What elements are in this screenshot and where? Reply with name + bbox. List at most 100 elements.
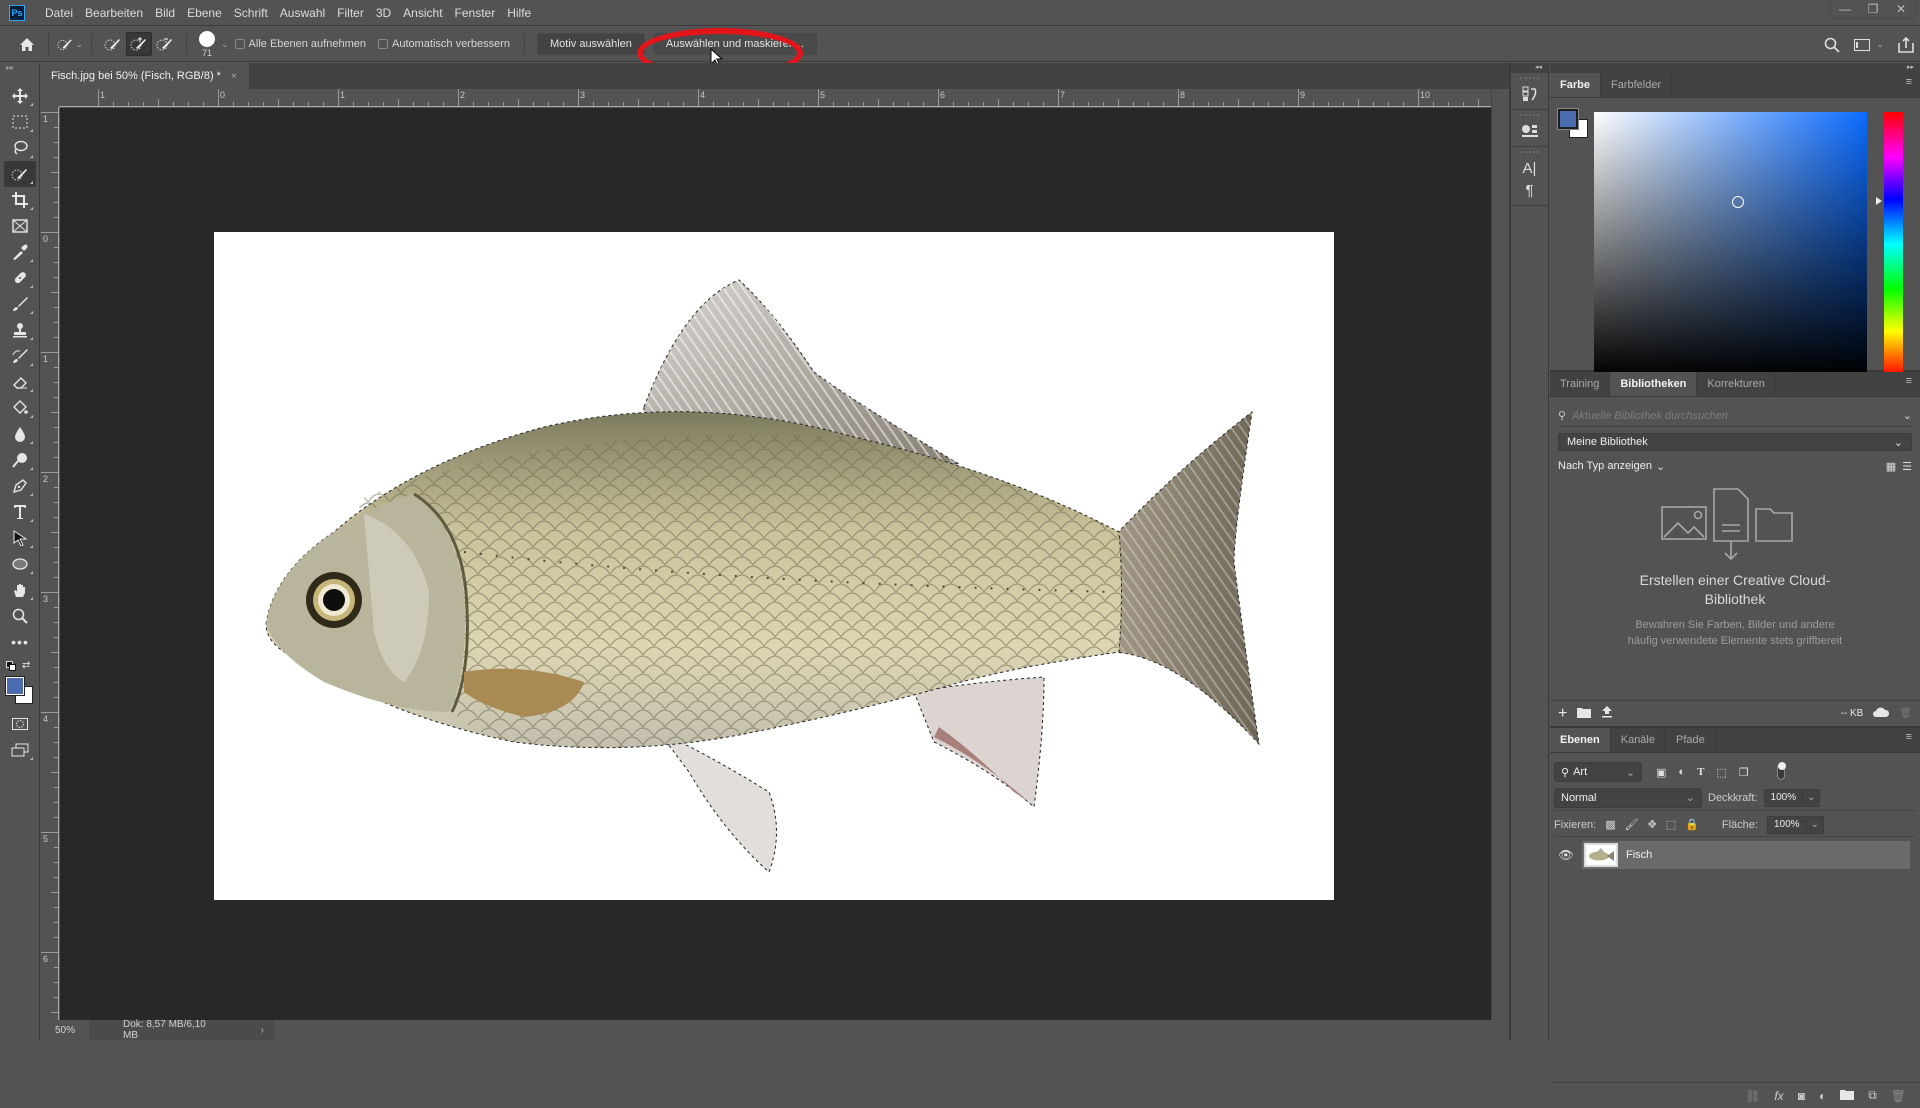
ruler-origin[interactable] — [41, 89, 59, 107]
panel-foreground-swatch[interactable] — [1557, 108, 1579, 130]
lock-pixels-icon[interactable]: 🖌 — [1625, 818, 1639, 831]
status-menu-arrow[interactable]: › — [261, 1025, 264, 1036]
tab-farbfelder[interactable]: Farbfelder — [1601, 73, 1673, 97]
fill-value[interactable]: 100% — [1768, 819, 1806, 830]
minimize-button[interactable]: — — [1831, 0, 1859, 18]
subtract-from-selection-button[interactable] — [152, 32, 178, 56]
blend-mode-select[interactable]: Normal ⌄ — [1554, 787, 1702, 808]
properties-panel-button[interactable] — [1511, 120, 1548, 142]
opacity-input[interactable]: 100% ⌄ — [1763, 788, 1821, 807]
chevron-down-icon[interactable]: ⌄ — [1802, 792, 1819, 803]
canvas-area[interactable] — [60, 108, 1491, 1020]
tool-zoom[interactable] — [4, 603, 36, 629]
menu-3d[interactable]: 3D — [370, 0, 397, 26]
menu-bearbeiten[interactable]: Bearbeiten — [79, 0, 149, 26]
tool-clone-stamp[interactable] — [4, 317, 36, 343]
panel-menu-icon[interactable]: ≡ — [1906, 77, 1912, 88]
new-selection-button[interactable] — [100, 32, 126, 56]
grid-view-icon[interactable]: ▦ — [1886, 460, 1896, 473]
color-picker-marker[interactable] — [1732, 196, 1744, 208]
panel-menu-icon[interactable]: ≡ — [1906, 376, 1912, 387]
add-element-icon[interactable]: + — [1558, 705, 1567, 723]
filter-shape-icon[interactable]: ⬚ — [1716, 766, 1726, 779]
lock-transparency-icon[interactable]: ▩ — [1605, 818, 1615, 831]
document-tab[interactable]: Fisch.jpg bei 50% (Fisch, RGB/8) * × — [41, 63, 249, 89]
menu-filter[interactable]: Filter — [331, 0, 370, 26]
zoom-level[interactable]: 50% — [41, 1025, 89, 1036]
expand-panels-icon[interactable]: ▸▸ — [1550, 63, 1920, 73]
link-layers-icon[interactable]: ⛓ — [1745, 1089, 1760, 1103]
new-group-icon[interactable] — [1840, 1089, 1855, 1103]
tool-more[interactable]: ••• — [4, 629, 36, 655]
tool-dodge[interactable] — [4, 447, 36, 473]
tool-brush[interactable] — [4, 291, 36, 317]
chevron-down-icon[interactable]: ⌄ — [1805, 819, 1823, 830]
tool-preset-picker[interactable]: ⌄ — [57, 32, 83, 56]
select-and-mask-button[interactable]: Auswählen und maskieren... — [652, 33, 818, 55]
menu-bild[interactable]: Bild — [149, 0, 181, 26]
paragraph-panel-button[interactable]: ¶ — [1511, 179, 1548, 201]
color-field[interactable] — [1594, 112, 1867, 376]
lock-position-icon[interactable]: ✥ — [1648, 818, 1657, 831]
tab-pfade[interactable]: Pfade — [1666, 728, 1716, 752]
tool-move[interactable] — [4, 83, 36, 109]
library-search-input[interactable]: ⚲ Aktuelle Bibliothek durchsuchen ⌄ — [1558, 405, 1912, 427]
adjustment-layer-icon[interactable]: ◐ — [1819, 1089, 1826, 1103]
tool-history-brush[interactable] — [4, 343, 36, 369]
default-colors-icon[interactable] — [6, 661, 16, 671]
vertical-ruler[interactable]: 1 0 1 2 3 4 5 6 — [41, 107, 59, 1020]
tool-blur[interactable] — [4, 421, 36, 447]
filter-toggle-switch[interactable] — [1776, 762, 1786, 780]
lock-all-icon[interactable]: 🔒 — [1685, 818, 1699, 831]
history-panel-button[interactable] — [1511, 83, 1548, 105]
lock-artboard-icon[interactable]: ⬚ — [1666, 818, 1676, 831]
tab-kanaele[interactable]: Kanäle — [1611, 728, 1666, 752]
restore-button[interactable]: ❐ — [1859, 0, 1887, 18]
menu-schrift[interactable]: Schrift — [228, 0, 274, 26]
home-button[interactable] — [14, 32, 40, 56]
menu-ebene[interactable]: Ebene — [181, 0, 228, 26]
tool-paint-bucket[interactable] — [4, 395, 36, 421]
foreground-color-swatch[interactable] — [5, 676, 25, 696]
tool-lasso[interactable] — [4, 135, 36, 161]
layer-body[interactable]: Fisch — [1582, 841, 1910, 869]
hue-slider[interactable] — [1884, 112, 1903, 376]
menu-ansicht[interactable]: Ansicht — [397, 0, 448, 26]
hue-slider-handle[interactable] — [1876, 197, 1882, 205]
workspace-switcher[interactable]: ⌄ — [1854, 38, 1884, 51]
layer-filter-kind-select[interactable]: ⚲ Art ⌄ — [1554, 762, 1642, 782]
checkbox-box[interactable] — [234, 39, 245, 49]
horizontal-ruler[interactable]: 1 0 1 2 3 4 5 6 7 8 9 10 — [59, 89, 1491, 107]
add-mask-icon[interactable]: ◙ — [1798, 1089, 1805, 1103]
tool-quick-selection[interactable] — [4, 161, 36, 187]
tool-marquee[interactable] — [4, 109, 36, 135]
collapse-dock-icon[interactable]: ◂◂ — [1511, 63, 1548, 73]
tab-farbe[interactable]: Farbe — [1550, 73, 1601, 97]
fill-input[interactable]: 100% ⌄ — [1766, 815, 1824, 834]
upload-icon[interactable] — [1601, 706, 1613, 721]
visibility-eye-icon[interactable]: 👁 — [1550, 848, 1582, 862]
document-image[interactable] — [214, 232, 1334, 900]
select-subject-button[interactable]: Motiv auswählen — [536, 33, 645, 55]
menu-fenster[interactable]: Fenster — [449, 0, 502, 26]
tab-bibliotheken[interactable]: Bibliotheken — [1610, 372, 1698, 396]
fx-icon[interactable]: fx — [1774, 1089, 1783, 1103]
tool-frame[interactable] — [4, 213, 36, 239]
tab-korrekturen[interactable]: Korrekturen — [1697, 372, 1776, 396]
swap-colors-icon[interactable]: ⇄ — [22, 660, 30, 671]
close-window-button[interactable]: ✕ — [1887, 0, 1915, 18]
close-tab-icon[interactable]: × — [231, 71, 237, 82]
tool-eraser[interactable] — [4, 369, 36, 395]
character-panel-button[interactable]: A| — [1511, 157, 1548, 179]
delete-layer-icon[interactable]: 🗑 — [1891, 1089, 1906, 1103]
panel-menu-icon[interactable]: ≡ — [1906, 732, 1912, 743]
filter-type-icon[interactable]: T — [1697, 766, 1704, 778]
tool-hand[interactable] — [4, 577, 36, 603]
chevron-down-icon[interactable]: ⌄ — [1903, 409, 1912, 422]
view-by-dropdown[interactable]: Nach Typ anzeigen — [1558, 460, 1652, 472]
screen-mode-button[interactable] — [4, 737, 36, 763]
tool-path-selection[interactable] — [4, 525, 36, 551]
library-select[interactable]: Meine Bibliothek ⌄ — [1558, 433, 1912, 451]
filter-smart-object-icon[interactable]: ❐ — [1739, 766, 1749, 779]
trash-icon[interactable]: 🗑 — [1899, 708, 1912, 719]
